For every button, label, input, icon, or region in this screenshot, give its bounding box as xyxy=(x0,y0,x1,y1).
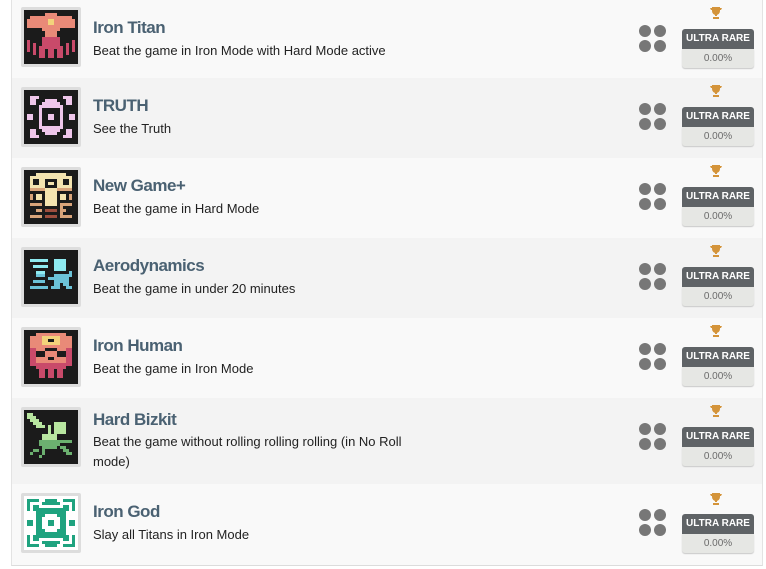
iron-god-icon xyxy=(21,493,81,553)
grid-dots-icon[interactable] xyxy=(639,25,667,53)
achievement-row[interactable]: TRUTH See the Truth ULTRA RARE 0.00% xyxy=(12,78,762,158)
aerodynamics-icon xyxy=(21,247,81,307)
achievement-list: Iron Titan Beat the game in Iron Mode wi… xyxy=(11,0,763,566)
achievement-description: Beat the game in under 20 minutes xyxy=(93,281,296,296)
rarity-badge: ULTRA RARE xyxy=(682,267,754,287)
achievement-row[interactable]: Aerodynamics Beat the game in under 20 m… xyxy=(12,238,762,318)
truth-eye-icon xyxy=(21,87,81,147)
achievement-description: See the Truth xyxy=(93,121,172,136)
trophy-icon xyxy=(710,493,722,505)
unlock-percent: 0.00% xyxy=(682,367,754,386)
rarity-badge: ULTRA RARE xyxy=(682,187,754,207)
achievement-description: Beat the game in Hard Mode xyxy=(93,201,260,216)
rarity-badge: ULTRA RARE xyxy=(682,107,754,127)
iron-titan-icon xyxy=(21,7,81,67)
grid-dots-icon[interactable] xyxy=(639,183,667,211)
rarity-badge: ULTRA RARE xyxy=(682,514,754,534)
achievement-title: New Game+ xyxy=(93,176,186,195)
grid-dots-icon[interactable] xyxy=(639,509,667,537)
grid-dots-icon[interactable] xyxy=(639,263,667,291)
achievement-title: Iron God xyxy=(93,502,160,521)
achievement-description: Beat the game in Iron Mode with Hard Mod… xyxy=(93,43,386,58)
unlock-percent: 0.00% xyxy=(682,49,754,68)
achievement-title: Iron Human xyxy=(93,336,183,355)
achievement-row[interactable]: Iron Titan Beat the game in Iron Mode wi… xyxy=(12,0,762,78)
unlock-percent: 0.00% xyxy=(682,207,754,226)
new-game-plus-icon xyxy=(21,167,81,227)
unlock-percent: 0.00% xyxy=(682,127,754,146)
trophy-icon xyxy=(710,165,722,177)
rarity-badge: ULTRA RARE xyxy=(682,427,754,447)
grid-dots-icon[interactable] xyxy=(639,103,667,131)
trophy-icon xyxy=(710,85,722,97)
unlock-percent: 0.00% xyxy=(682,287,754,306)
achievement-title: Hard Bizkit xyxy=(93,410,177,429)
achievement-title: Iron Titan xyxy=(93,18,166,37)
trophy-icon xyxy=(710,245,722,257)
iron-human-skull-icon xyxy=(21,327,81,387)
achievement-title: Aerodynamics xyxy=(93,256,205,275)
achievement-description: Beat the game in Iron Mode xyxy=(93,361,254,376)
grid-dots-icon[interactable] xyxy=(639,343,667,371)
unlock-percent: 0.00% xyxy=(682,447,754,466)
achievement-description: Beat the game without rolling rolling ro… xyxy=(93,434,402,469)
achievement-description: Slay all Titans in Iron Mode xyxy=(93,527,250,542)
unlock-percent: 0.00% xyxy=(682,534,754,553)
trophy-icon xyxy=(710,325,722,337)
grid-dots-icon[interactable] xyxy=(639,423,667,451)
rarity-badge: ULTRA RARE xyxy=(682,29,754,49)
achievement-row[interactable]: Iron God Slay all Titans in Iron Mode UL… xyxy=(12,484,762,565)
achievement-row[interactable]: Iron Human Beat the game in Iron Mode UL… xyxy=(12,318,762,398)
achievement-title: TRUTH xyxy=(93,96,149,115)
trophy-icon xyxy=(710,405,722,417)
trophy-icon xyxy=(710,7,722,19)
rarity-badge: ULTRA RARE xyxy=(682,347,754,367)
hard-bizkit-icon xyxy=(21,407,81,467)
achievement-row[interactable]: Hard Bizkit Beat the game without rollin… xyxy=(12,398,762,484)
achievement-row[interactable]: New Game+ Beat the game in Hard Mode ULT… xyxy=(12,158,762,238)
